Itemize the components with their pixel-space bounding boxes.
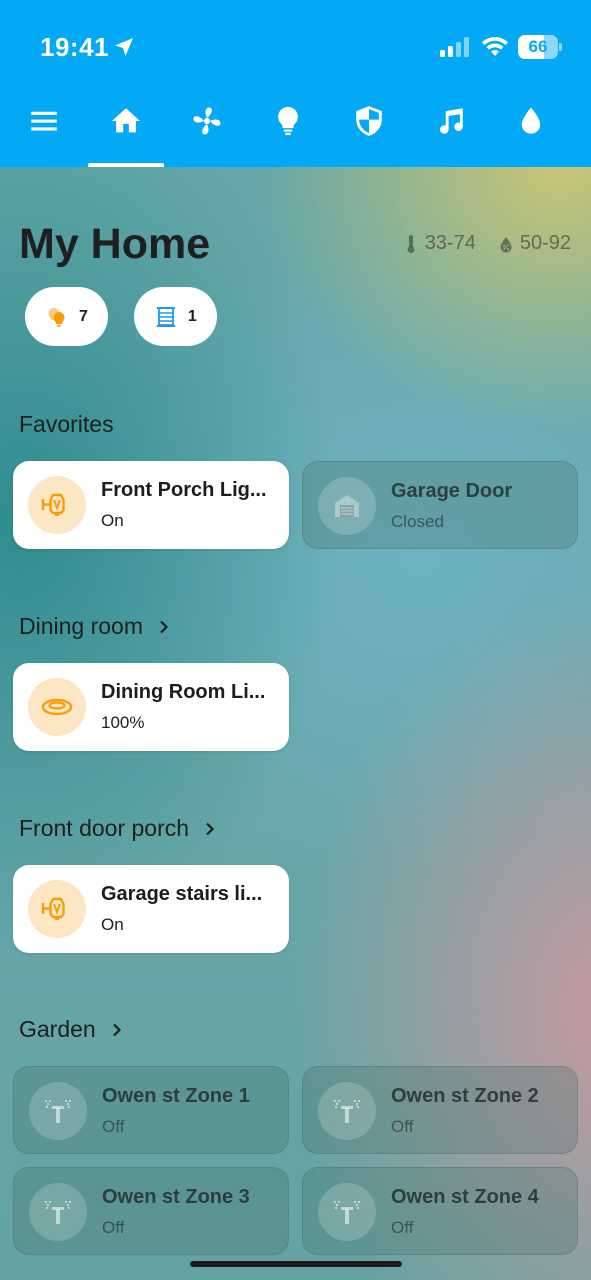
chevron-right-icon [206, 822, 215, 835]
card-state: On [101, 511, 124, 530]
lights-on-count: 7 [79, 307, 88, 325]
section-front-door-porch[interactable]: Front door porch [19, 815, 219, 842]
active-tab-indicator [88, 163, 164, 167]
card-name: Owen st Zone 4 [391, 1186, 539, 1208]
chevron-right-icon [112, 1023, 121, 1036]
card-icon-circle [318, 477, 376, 535]
temperature-stat: 33-74 [403, 232, 476, 255]
view-tabs [0, 92, 591, 167]
card-name: Garage stairs li... [101, 883, 263, 905]
battery-indicator: 66 [518, 35, 562, 59]
card-state: 100% [101, 713, 145, 732]
card-state: Off [102, 1117, 125, 1136]
cellular-signal-icon [440, 37, 469, 57]
status-bar: 19:41 66 [0, 0, 591, 90]
thermometer-icon [407, 234, 415, 253]
card-name: Front Porch Lig... [101, 479, 267, 501]
section-dining-room[interactable]: Dining room [19, 613, 173, 640]
lightbulb-icon [278, 106, 298, 136]
sprinkler-icon [45, 1100, 71, 1123]
status-time: 19:41 [40, 32, 109, 62]
menu-icon [31, 111, 57, 131]
shield-icon [356, 106, 382, 136]
card-name: Owen st Zone 1 [102, 1085, 250, 1107]
card-name: Garage Door [391, 480, 513, 502]
covers-open-chip[interactable]: 1 [133, 287, 217, 346]
ceiling-light-icon [41, 698, 73, 716]
card-icon-circle [28, 476, 86, 534]
tab-home[interactable] [86, 92, 166, 167]
home-stats: 33-74 50-92 [403, 232, 571, 255]
music-icon [440, 108, 463, 134]
favorites-label: Favorites [19, 411, 114, 437]
card-icon-circle [29, 1082, 87, 1140]
card-name: Dining Room Li... [101, 681, 266, 703]
favorites-title: Favorites [19, 411, 114, 438]
battery-body: 66 [518, 35, 558, 59]
sprinkler-icon [45, 1201, 71, 1224]
card-icon-circle [28, 678, 86, 736]
card-owen-zone-3[interactable]: Owen st Zone 3 Off [13, 1167, 289, 1255]
garage-door-icon [335, 495, 359, 517]
card-owen-zone-4[interactable]: Owen st Zone 4 Off [302, 1167, 578, 1255]
card-icon-circle [318, 1082, 376, 1140]
card-state: Off [391, 1218, 414, 1237]
porch-light-icon [41, 897, 65, 920]
tab-security[interactable] [329, 92, 409, 167]
home-icon [111, 108, 141, 133]
garden-label: Garden [19, 1016, 96, 1042]
page-title: My Home [19, 220, 211, 268]
tab-media[interactable] [410, 92, 490, 167]
card-state: Off [391, 1117, 414, 1136]
location-arrow-icon [115, 38, 133, 56]
card-owen-zone-2[interactable]: Owen st Zone 2 Off [302, 1066, 578, 1154]
card-state: Closed [391, 512, 444, 531]
battery-tip [559, 43, 562, 51]
wifi-icon [482, 36, 508, 56]
humidity-range: 50-92 [519, 232, 571, 254]
card-icon-circle [318, 1183, 376, 1241]
tab-climate[interactable] [167, 92, 247, 167]
humidity-icon [500, 236, 512, 252]
lights-on-chip[interactable]: 7 [25, 287, 108, 346]
summary-chips: 7 1 [25, 287, 217, 346]
tab-lights[interactable] [248, 92, 328, 167]
window-blind-icon [156, 306, 175, 327]
battery-percent: 66 [528, 37, 548, 56]
card-icon-circle [29, 1183, 87, 1241]
temperature-range: 33-74 [424, 232, 476, 254]
front-door-porch-label: Front door porch [19, 815, 190, 841]
tab-water[interactable] [491, 92, 571, 167]
card-state: Off [102, 1218, 125, 1237]
card-owen-zone-1[interactable]: Owen st Zone 1 Off [13, 1066, 289, 1154]
card-state: On [101, 915, 124, 934]
card-icon-circle [28, 880, 86, 938]
sprinkler-icon [334, 1201, 360, 1224]
card-name: Owen st Zone 2 [391, 1085, 539, 1107]
card-garage-stairs-light[interactable]: Garage stairs li... On [13, 865, 289, 953]
card-garage-door[interactable]: Garage Door Closed [302, 461, 578, 549]
humidity-stat: 50-92 [498, 232, 571, 255]
porch-light-icon [41, 493, 65, 516]
card-dining-room-light[interactable]: Dining Room Li... 100% [13, 663, 289, 751]
covers-open-count: 1 [187, 307, 197, 325]
dining-room-label: Dining room [19, 613, 143, 639]
card-name: Owen st Zone 3 [102, 1186, 250, 1208]
water-drop-icon [521, 107, 541, 134]
home-indicator[interactable] [190, 1261, 402, 1267]
section-garden[interactable]: Garden [19, 1016, 126, 1043]
chevron-right-icon [160, 620, 169, 633]
fan-icon [193, 107, 221, 135]
card-front-porch-light[interactable]: Front Porch Lig... On [13, 461, 289, 549]
sprinkler-icon [334, 1100, 360, 1123]
top-app-bar: 19:41 66 [0, 0, 591, 167]
lights-on-icon [48, 307, 65, 327]
menu-button[interactable] [4, 92, 84, 167]
